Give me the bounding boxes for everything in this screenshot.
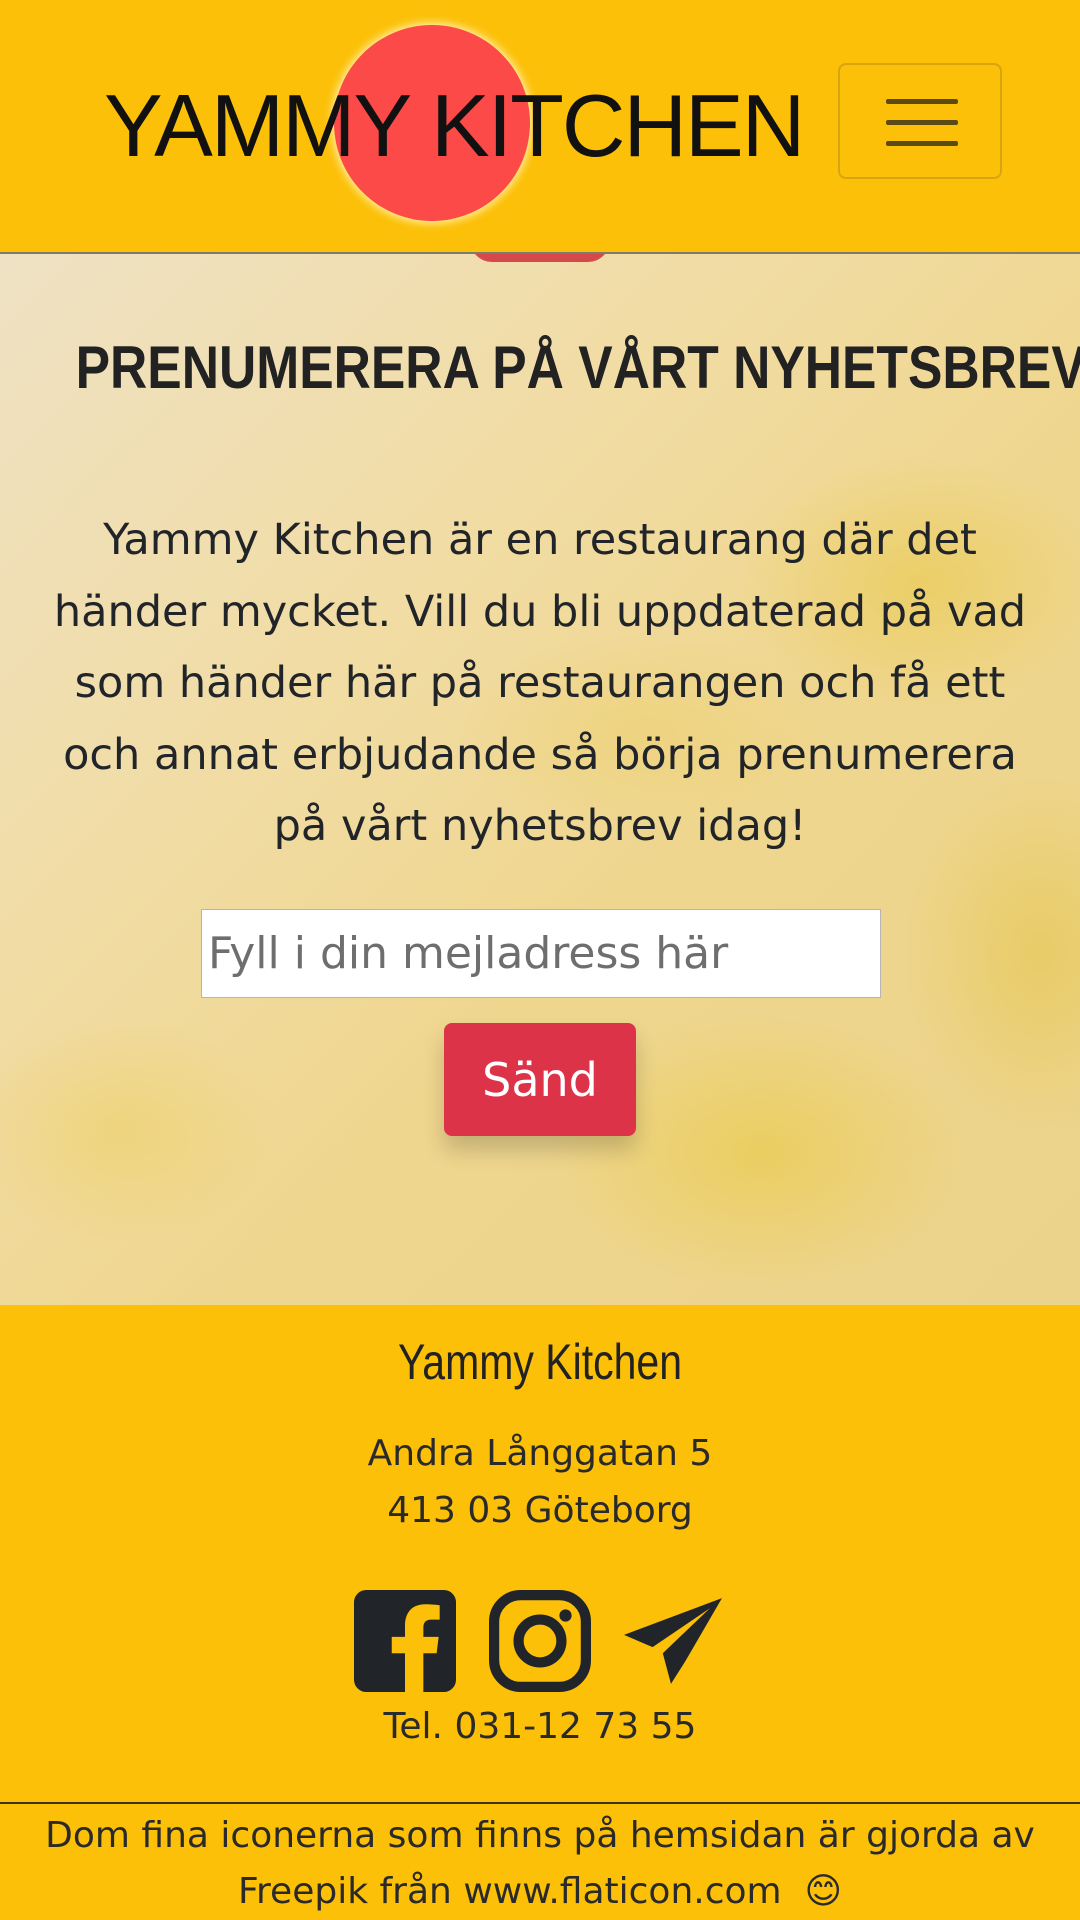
telegram-icon [624,1598,722,1684]
instagram-icon [489,1590,591,1692]
address-city: 413 03 Göteborg [387,1490,693,1531]
address-street: Andra Långgatan 5 [367,1433,713,1474]
menu-toggle-button[interactable] [838,63,1002,179]
logo-text[interactable]: YAMMY KITCHEN [104,70,805,182]
facebook-link[interactable] [354,1590,456,1692]
footer-address: Andra Långgatan 5 413 03 Göteborg [0,1425,1080,1539]
facebook-icon [354,1590,456,1692]
footer-divider [0,1802,1080,1804]
telegram-link[interactable] [622,1590,724,1692]
footer-phone[interactable]: Tel. 031-12 73 55 [0,1702,1080,1752]
instagram-link[interactable] [489,1590,591,1692]
flaticon-link[interactable]: www.flaticon.com [463,1871,781,1912]
newsletter-section: PRENUMERERA PÅ VÅRT NYHETSBREV Yammy Kit… [0,252,1080,1305]
smile-icon: 😊 [804,1871,843,1912]
freepik-link[interactable]: Freepik [238,1871,368,1912]
send-button[interactable]: Sänd [444,1023,636,1136]
icon-credits: Dom fina iconerna som finns på hemsidan … [0,1808,1080,1920]
site-footer: Yammy Kitchen Andra Långgatan 5 413 03 G… [0,1305,1080,1920]
credits-line-1: Dom fina iconerna som finns på hemsidan … [45,1815,1035,1856]
newsletter-title: PRENUMERERA PÅ VÅRT NYHETSBREV [75,334,1080,401]
email-input[interactable] [201,909,881,998]
newsletter-description: Yammy Kitchen är en restaurang där det h… [53,515,1027,851]
credits-from: från [368,1871,464,1912]
credits-line-2: Freepik från www.flaticon.com 😊 [0,1864,1080,1920]
site-header: YAMMY KITCHEN [0,0,1080,254]
footer-restaurant-name: Yammy Kitchen [397,1334,683,1390]
